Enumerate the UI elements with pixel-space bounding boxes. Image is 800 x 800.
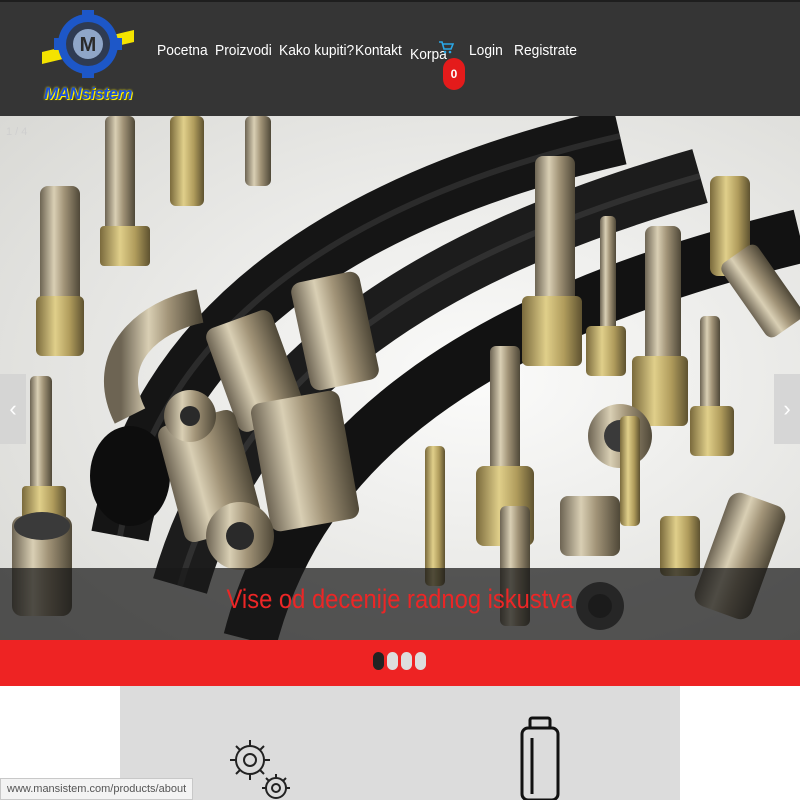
nav-item-kontakt[interactable]: Kontakt	[355, 42, 402, 59]
slider-prev-button[interactable]: ‹	[0, 374, 26, 444]
page: M MANsistem Pocetna Proizvodi Kako kupit…	[0, 0, 800, 800]
nav-item-kako-kupiti[interactable]: Kako kupiti?	[279, 42, 354, 59]
slider-dot-1[interactable]	[373, 652, 384, 670]
nav-item-login[interactable]: Login	[469, 42, 503, 59]
oil-can-icon	[520, 716, 560, 800]
slider-dot-3[interactable]	[401, 652, 412, 670]
hydraulic-hoses-image	[0, 116, 800, 640]
chevron-right-icon: ›	[783, 396, 791, 421]
site-header: M MANsistem Pocetna Proizvodi Kako kupit…	[0, 0, 800, 116]
hero-slider: 1 / 4 Vise od decenije radnog iskustva ‹…	[0, 116, 800, 640]
slide-index: 1 / 4	[6, 126, 28, 138]
status-bar-url: www.mansistem.com/products/about	[0, 778, 194, 800]
nav-item-proizvodi[interactable]: Proizvodi	[215, 42, 272, 59]
cart-icon[interactable]	[438, 40, 454, 54]
gears-icon	[230, 740, 290, 799]
slider-dot-2[interactable]	[387, 652, 398, 670]
slide-caption: Vise od decenije radnog iskustva	[226, 584, 574, 614]
chevron-left-icon: ‹	[9, 396, 17, 421]
features-panel	[120, 686, 680, 800]
site-logo[interactable]: M MANsistem	[42, 6, 134, 106]
logo-text: MANsistem	[43, 84, 133, 103]
slider-dot-4[interactable]	[415, 652, 426, 670]
logo-emblem-icon: M	[42, 10, 134, 78]
slider-indicator-bar	[0, 640, 800, 686]
nav-item-pocetna[interactable]: Pocetna	[157, 42, 208, 59]
cart-count-badge: 0	[443, 58, 465, 90]
svg-text:M: M	[80, 34, 97, 56]
slider-next-button[interactable]: ›	[774, 374, 800, 444]
nav-item-registrate[interactable]: Registrate	[514, 42, 577, 59]
